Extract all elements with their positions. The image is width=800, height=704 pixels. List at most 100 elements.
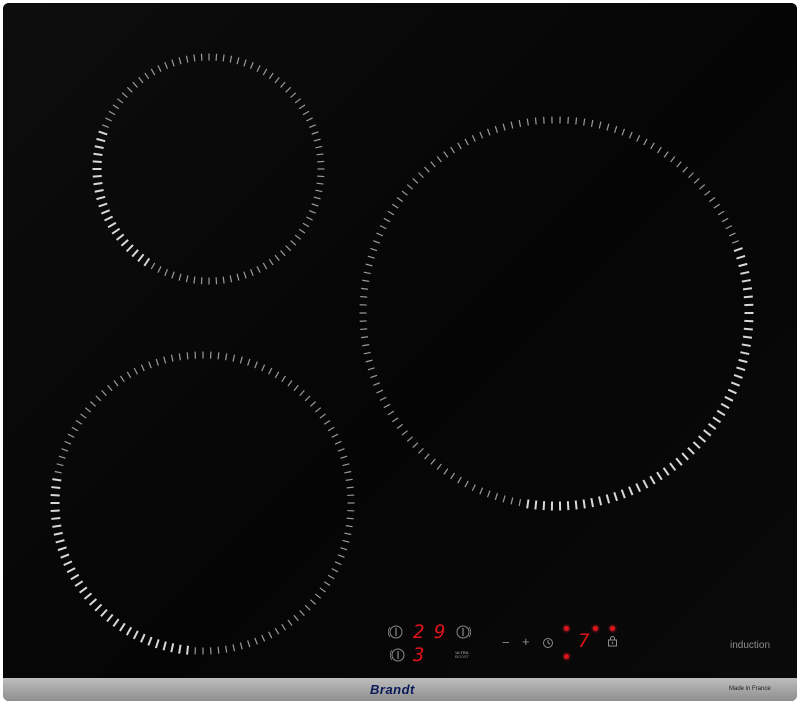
zone-tick-mark	[510, 497, 514, 505]
zone-tick-mark	[337, 554, 345, 558]
zone-tick-mark	[293, 384, 299, 392]
zone-tick-mark	[163, 356, 167, 364]
plus-button[interactable]: +	[522, 635, 530, 648]
zone-tick-mark	[486, 490, 491, 498]
zone-tick-mark	[424, 166, 430, 173]
zone-tick-mark	[66, 567, 76, 574]
power-icon[interactable]	[390, 647, 406, 663]
zone-tick-mark	[111, 227, 121, 235]
zone-tick-mark	[94, 145, 104, 150]
zone-tick-mark	[479, 131, 484, 139]
zone-tick-mark	[133, 367, 138, 375]
zone-tick-mark	[100, 608, 108, 617]
zone-tick-mark	[222, 54, 225, 62]
zone-tick-mark	[346, 486, 354, 489]
zone-tick-mark	[574, 500, 578, 510]
zone-tick-mark	[247, 358, 251, 366]
zone-tick-mark	[360, 328, 368, 331]
zone-tick-mark	[51, 486, 61, 489]
zone-tick-mark	[518, 119, 522, 127]
zone-tick-mark	[274, 371, 280, 379]
zone-tick-mark	[299, 609, 305, 616]
zone-tick-mark	[727, 388, 737, 395]
zone-tick-mark	[656, 471, 663, 481]
zone-tick-mark	[117, 98, 124, 104]
zone-tick-mark	[738, 262, 748, 268]
zone-tick-mark	[436, 156, 442, 163]
zone-tick-mark	[285, 245, 292, 252]
zone-tick-mark	[254, 637, 258, 645]
zone-tick-mark	[675, 457, 683, 466]
zone-tick-mark	[693, 178, 700, 184]
zone-tick-mark	[367, 367, 375, 371]
zone-tick-mark	[262, 68, 268, 76]
zone-tick-mark	[518, 499, 522, 507]
zone-tick-mark	[657, 146, 662, 154]
zone-tick-mark	[313, 138, 321, 142]
zone-tick-mark	[302, 222, 310, 228]
made-in-label: Made in France	[729, 686, 771, 692]
zone-tick-mark	[93, 152, 103, 156]
zone-tick-mark	[290, 92, 297, 98]
zone-tick-mark	[340, 547, 348, 551]
zone-tick-mark	[736, 366, 746, 372]
boost-label: BOOST	[454, 654, 469, 659]
cooking-zones	[50, 53, 754, 655]
minus-button[interactable]: −	[502, 636, 510, 649]
zone-tick-mark	[526, 499, 530, 509]
induction-hob: 2 9 3 ULTRA BOOST − + 7 induction Brandt…	[3, 3, 797, 701]
zone-tick-mark	[154, 639, 160, 649]
zone-tick-mark	[105, 117, 112, 122]
zone-tick-mark	[311, 131, 319, 135]
zone-tick-mark	[720, 402, 730, 410]
zone-tick-mark	[662, 467, 670, 476]
zone-tick-mark	[140, 633, 146, 643]
zone-tick-mark	[306, 117, 313, 122]
zone-tick-mark	[566, 501, 570, 511]
bottom-frame: Brandt Made in France	[3, 678, 797, 701]
zone-tick-mark	[132, 81, 138, 88]
zone-tick-mark	[373, 382, 381, 386]
zone-tick-mark	[443, 151, 449, 158]
zone-tick-mark	[61, 448, 69, 452]
zone-tick-mark	[185, 55, 189, 63]
zone-tick-mark	[225, 645, 228, 653]
zone-tick-mark	[304, 604, 311, 611]
zone-tick-mark	[309, 209, 316, 214]
zone-tick-mark	[229, 275, 233, 283]
zone-tick-mark	[170, 354, 174, 362]
zone-tick-mark	[344, 532, 352, 536]
zone-tick-mark	[688, 172, 694, 179]
zone-tick-mark	[94, 603, 103, 612]
zone-tick-mark	[84, 407, 92, 413]
lock-icon[interactable]	[607, 635, 618, 647]
zone-tick-mark	[157, 266, 162, 273]
power-icon[interactable]	[455, 624, 471, 640]
power-icon[interactable]	[388, 624, 404, 640]
zone-tick-mark	[178, 353, 181, 361]
zone-tick-mark	[450, 472, 455, 480]
zone-tick-mark	[294, 234, 301, 240]
indicator-led	[593, 626, 598, 631]
zone-tick-mark	[340, 455, 348, 459]
zone-tick-mark	[98, 130, 108, 136]
zone-tick-mark	[628, 486, 634, 496]
zone-tick-mark	[334, 440, 342, 445]
zone-tick-mark	[345, 525, 353, 528]
zone-tick-mark	[314, 407, 322, 413]
zone-tick-mark	[185, 275, 189, 283]
zone-level-display: 2	[413, 621, 425, 643]
zone-tick-mark	[721, 217, 729, 223]
zone-tick-mark	[52, 478, 62, 482]
zone-tick-mark	[121, 92, 128, 98]
zone-tick-mark	[387, 210, 395, 216]
zone-tick-mark	[613, 125, 618, 133]
zone-tick-mark	[379, 396, 387, 401]
ultra-boost-button[interactable]: ULTRA BOOST	[452, 651, 472, 659]
zone-tick-mark	[186, 645, 189, 655]
zone-tick-mark	[311, 203, 319, 207]
timer-icon[interactable]	[542, 637, 554, 649]
zone-tick-mark	[575, 117, 578, 125]
zone-tick-mark	[736, 254, 746, 260]
zone-tick-mark	[681, 452, 689, 461]
